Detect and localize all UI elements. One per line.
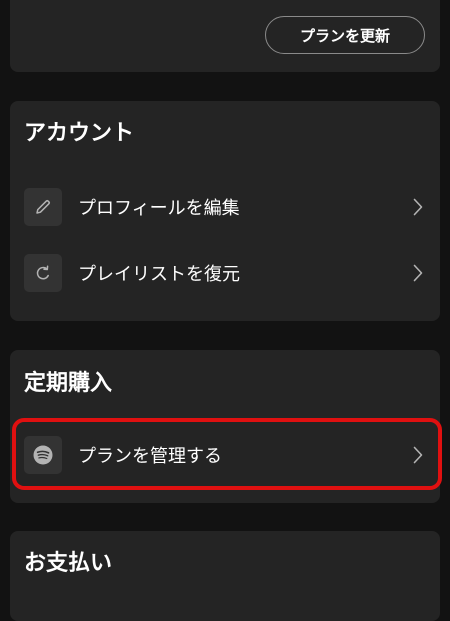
chevron-right-icon [412,263,424,283]
pencil-icon [24,188,62,226]
subscription-section: 定期購入 プランを管理する [10,350,440,503]
edit-profile-item[interactable]: プロフィールを編集 [10,180,440,234]
section-title-subscription: 定期購入 [24,371,113,396]
spotify-icon [24,436,62,474]
plan-card: プランを更新 [10,0,440,72]
restore-playlists-item[interactable]: プレイリストを復元 [10,246,440,300]
account-section: アカウント プロフィールを編集 プレイリストを復元 [10,101,440,321]
manage-plan-item[interactable]: プランを管理する [10,428,440,482]
manage-plan-label: プランを管理する [78,446,222,467]
chevron-right-icon [412,445,424,465]
chevron-right-icon [412,197,424,217]
restore-playlists-label: プレイリストを復元 [78,264,240,285]
update-plan-button[interactable]: プランを更新 [265,16,425,54]
restore-icon [24,254,62,292]
section-title-account: アカウント [24,121,135,146]
section-title-payment: お支払い [24,551,113,576]
edit-profile-label: プロフィールを編集 [78,198,240,219]
